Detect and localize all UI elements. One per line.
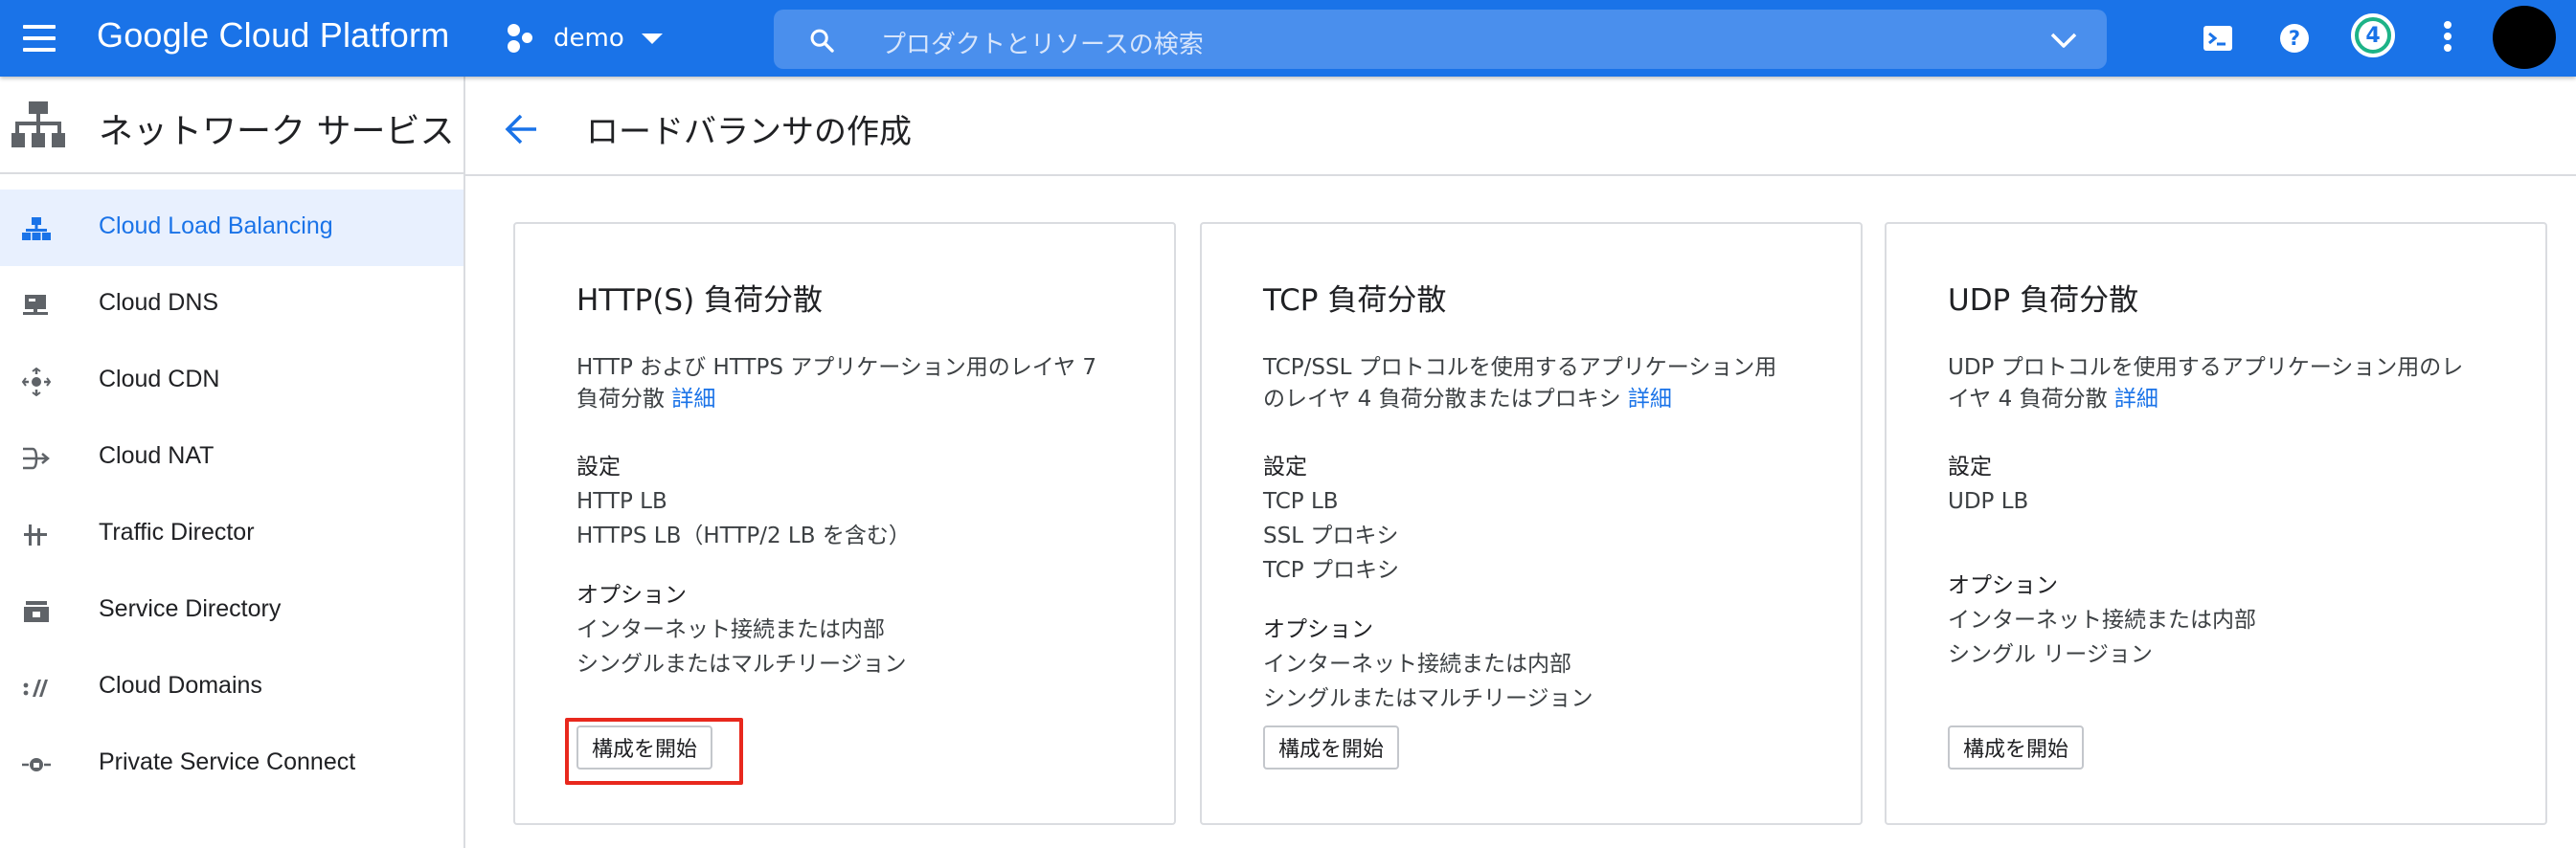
settings-section: 設定 TCP LB SSL プロキシ TCP プロキシ: [1263, 450, 1399, 588]
options-section: オプション インターネット接続または内部 シングルまたはマルチリージョン: [576, 578, 907, 681]
traffic-director-icon: [24, 524, 47, 546]
settings-item: HTTP LB: [576, 489, 667, 514]
svg-text:?: ?: [2289, 27, 2300, 50]
sidebar-item-label: Cloud NAT: [99, 442, 215, 469]
project-selector[interactable]: demo: [508, 19, 663, 57]
sidebar-item-label: Traffic Director: [99, 519, 255, 546]
options-section: オプション インターネット接続または内部 シングル リージョン: [1948, 569, 2256, 672]
cloud-shell-icon[interactable]: [2199, 19, 2237, 57]
card-tcp-lb: TCP 負荷分散 TCP/SSL プロトコルを使用するアプリケーション用 のレイ…: [1200, 222, 1863, 825]
settings-item: HTTPS LB（HTTP/2 LB を含む）: [576, 524, 911, 548]
sidebar: ネットワーク サービス Cloud Load Balancing Cloud D…: [0, 77, 465, 848]
sidebar-item-service-directory[interactable]: Service Directory: [0, 572, 463, 649]
sidebar-item-label: Cloud DNS: [99, 289, 219, 316]
sidebar-header: ネットワーク サービス: [0, 77, 463, 174]
settings-item: TCP LB: [1263, 489, 1339, 514]
network-services-icon: [11, 101, 65, 147]
card-description-line: TCP/SSL プロトコルを使用するアプリケーション用: [1263, 355, 1777, 380]
settings-heading: 設定: [1263, 455, 1307, 480]
card-http-lb: HTTP(S) 負荷分散 HTTP および HTTPS アプリケーション用のレイ…: [513, 222, 1176, 825]
options-item: インターネット接続または内部: [1263, 652, 1571, 677]
sidebar-title: ネットワーク サービス: [99, 112, 455, 151]
card-title: HTTP(S) 負荷分散: [576, 283, 824, 318]
sidebar-item-label: Service Directory: [99, 595, 282, 622]
card-description-line: 負荷分散: [576, 387, 665, 412]
card-description: HTTP および HTTPS アプリケーション用のレイヤ 7 負荷分散 詳細: [576, 352, 1132, 415]
options-item: シングルまたはマルチリージョン: [1263, 686, 1593, 711]
card-description: TCP/SSL プロトコルを使用するアプリケーション用 のレイヤ 4 負荷分散ま…: [1263, 352, 1819, 415]
options-item: インターネット接続または内部: [1948, 608, 2256, 633]
options-item: シングルまたはマルチリージョン: [576, 652, 907, 677]
card-title: TCP 負荷分散: [1263, 283, 1447, 318]
card-description-line: イヤ 4 負荷分散: [1948, 387, 2108, 412]
load-balancing-icon: [22, 217, 51, 240]
search-icon: [810, 29, 834, 53]
sidebar-item-label: Cloud Load Balancing: [99, 212, 333, 239]
project-name: demo: [554, 24, 624, 53]
settings-heading: 設定: [1948, 455, 1992, 480]
start-configuration-button[interactable]: 構成を開始: [1948, 725, 2085, 770]
learn-more-link[interactable]: 詳細: [1628, 387, 1672, 412]
domains-icon: [23, 680, 48, 697]
card-description-line: のレイヤ 4 負荷分散またはプロキシ: [1263, 387, 1621, 412]
card-title: UDP 負荷分散: [1948, 283, 2139, 318]
avatar[interactable]: [2493, 6, 2556, 69]
product-brand[interactable]: Google Cloud Platform: [97, 15, 449, 56]
page-header: ロードバランサの作成: [465, 77, 2576, 176]
sidebar-item-cloud-nat[interactable]: Cloud NAT: [0, 419, 463, 496]
start-configuration-button[interactable]: 構成を開始: [576, 725, 713, 770]
options-heading: オプション: [1263, 617, 1373, 642]
options-section: オプション インターネット接続または内部 シングルまたはマルチリージョン: [1263, 613, 1593, 716]
back-arrow-icon[interactable]: [504, 113, 540, 145]
settings-heading: 設定: [576, 455, 621, 480]
settings-item: TCP プロキシ: [1263, 558, 1399, 583]
sidebar-item-label: Cloud CDN: [99, 366, 220, 392]
card-description-line: HTTP および HTTPS アプリケーション用のレイヤ 7: [576, 355, 1097, 380]
settings-section: 設定 HTTP LB HTTPS LB（HTTP/2 LB を含む）: [576, 450, 911, 553]
page-title: ロードバランサの作成: [586, 113, 912, 151]
caret-down-icon: [641, 33, 663, 44]
sidebar-item-private-service-connect[interactable]: Private Service Connect: [0, 725, 463, 802]
sidebar-item-label: Private Service Connect: [99, 748, 356, 775]
project-dots-icon: [508, 24, 540, 53]
chevron-down-icon[interactable]: [2049, 31, 2078, 50]
options-heading: オプション: [576, 583, 687, 608]
sidebar-item-cloud-dns[interactable]: Cloud DNS: [0, 266, 463, 343]
options-item: シングル リージョン: [1948, 642, 2153, 667]
cdn-icon: [21, 368, 52, 396]
help-icon[interactable]: ?: [2275, 19, 2314, 57]
settings-item: SSL プロキシ: [1263, 524, 1399, 548]
sidebar-item-cloud-cdn[interactable]: Cloud CDN: [0, 343, 463, 419]
sidebar-item-label: Cloud Domains: [99, 672, 262, 699]
more-vert-icon[interactable]: [2438, 21, 2457, 56]
search-bar[interactable]: プロダクトとリソースの検索: [774, 10, 2107, 69]
sidebar-item-cloud-domains[interactable]: Cloud Domains: [0, 649, 463, 725]
options-heading: オプション: [1948, 573, 2058, 598]
card-udp-lb: UDP 負荷分散 UDP プロトコルを使用するアプリケーション用のレ イヤ 4 …: [1885, 222, 2547, 825]
settings-section: 設定 UDP LB: [1948, 450, 2028, 519]
sidebar-item-cloud-load-balancing[interactable]: Cloud Load Balancing: [0, 190, 463, 266]
options-item: インターネット接続または内部: [576, 617, 885, 642]
notifications-badge[interactable]: 4: [2351, 13, 2395, 57]
sidebar-item-traffic-director[interactable]: Traffic Director: [0, 496, 463, 572]
menu-icon[interactable]: [23, 25, 56, 52]
private-service-connect-icon: [22, 758, 51, 771]
start-configuration-button[interactable]: 構成を開始: [1263, 725, 1400, 770]
learn-more-link[interactable]: 詳細: [2114, 387, 2158, 412]
learn-more-link[interactable]: 詳細: [671, 387, 715, 412]
dns-icon: [23, 295, 48, 315]
card-description: UDP プロトコルを使用するアプリケーション用のレ イヤ 4 負荷分散 詳細: [1948, 352, 2503, 415]
card-description-line: UDP プロトコルを使用するアプリケーション用のレ: [1948, 355, 2464, 380]
top-app-bar: Google Cloud Platform demo プロダクトとリソースの検索…: [0, 0, 2576, 77]
service-directory-icon: [24, 601, 49, 622]
settings-item: UDP LB: [1948, 489, 2029, 514]
nat-icon: [23, 447, 50, 470]
search-input[interactable]: プロダクトとリソースの検索: [881, 25, 1204, 60]
